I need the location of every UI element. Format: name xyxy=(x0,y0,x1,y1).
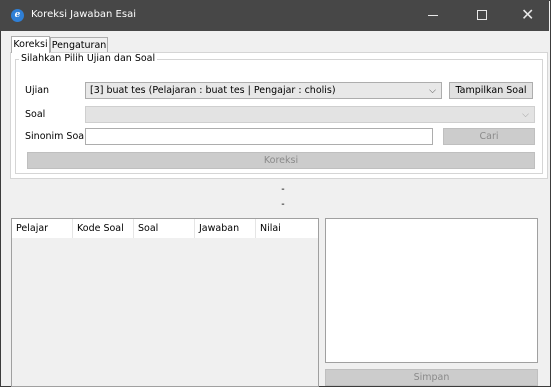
close-icon: ✕ xyxy=(521,5,535,24)
grid-header: Pelajar Kode Soal Soal Jawaban Nilai xyxy=(12,219,318,238)
cari-button[interactable]: Cari xyxy=(443,128,535,145)
window-title: Koreksi Jawaban Esai xyxy=(31,9,136,20)
app-icon: e xyxy=(11,9,24,22)
column-header-soal[interactable]: Soal xyxy=(134,219,195,238)
chevron-down-icon: ⌵ xyxy=(522,110,529,120)
koreksi-button[interactable]: Koreksi xyxy=(27,152,535,169)
status-line-1: - xyxy=(281,184,285,195)
groupbox-title: Silahkan Pilih Ujian dan Soal xyxy=(19,53,158,64)
minimize-button[interactable] xyxy=(411,0,455,31)
simpan-button[interactable]: Simpan xyxy=(325,369,538,386)
ujian-dropdown[interactable]: [3] buat tes (Pelajaran : buat tes | Pen… xyxy=(85,82,442,99)
tab-pengaturan[interactable]: Pengaturan xyxy=(50,37,108,53)
soal-label: Soal xyxy=(25,109,46,120)
column-header-nilai[interactable]: Nilai xyxy=(256,219,318,238)
chevron-down-icon: ⌵ xyxy=(429,86,436,96)
minimize-icon xyxy=(428,15,438,16)
maximize-icon xyxy=(477,10,487,20)
ujian-label: Ujian xyxy=(25,85,50,96)
close-button[interactable]: ✕ xyxy=(505,0,549,31)
title-bar[interactable]: e Koreksi Jawaban Esai ✕ xyxy=(0,0,549,31)
answer-detail-textbox[interactable] xyxy=(325,218,538,363)
column-header-pelajar[interactable]: Pelajar xyxy=(12,219,73,238)
tab-koreksi[interactable]: Koreksi xyxy=(11,36,50,53)
correction-grid[interactable]: Pelajar Kode Soal Soal Jawaban Nilai xyxy=(11,218,319,387)
tampilkan-soal-button[interactable]: Tampilkan Soal xyxy=(449,82,533,99)
column-header-jawaban[interactable]: Jawaban xyxy=(195,219,256,238)
soal-dropdown[interactable]: ⌵ xyxy=(85,106,535,123)
maximize-button[interactable] xyxy=(460,0,504,31)
ujian-selected-value: [3] buat tes (Pelajaran : buat tes | Pen… xyxy=(90,85,336,96)
sinonim-input[interactable] xyxy=(85,128,433,145)
status-line-2: - xyxy=(281,199,285,210)
column-header-kode-soal[interactable]: Kode Soal xyxy=(73,219,134,238)
sinonim-label: Sinonim Soal xyxy=(25,131,87,142)
